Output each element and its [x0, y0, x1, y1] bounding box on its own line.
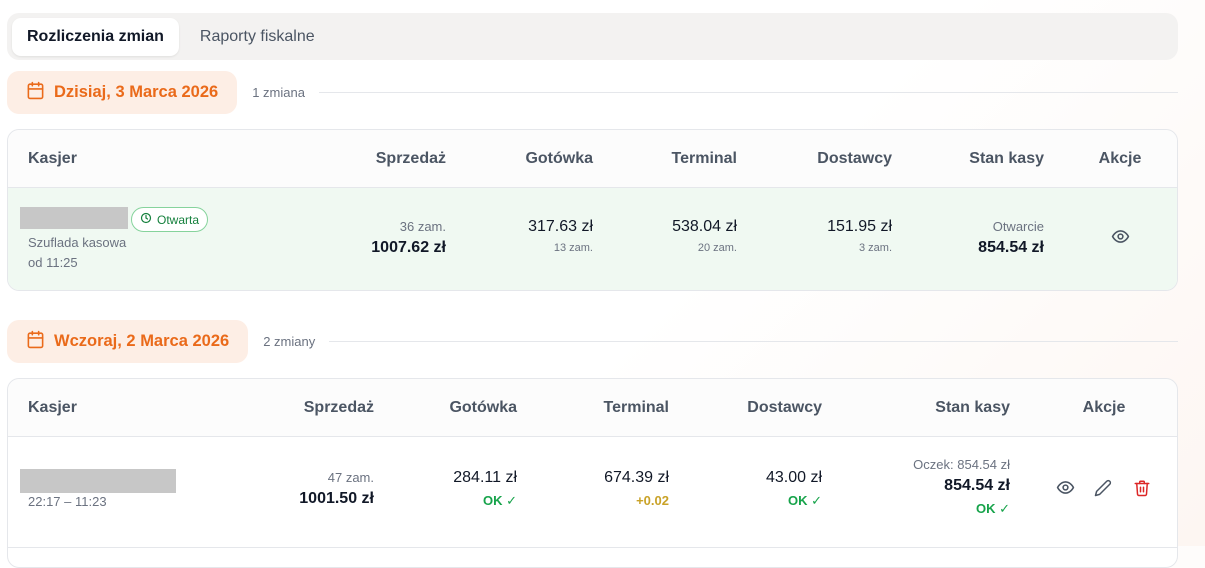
date-pill: Dzisiaj, 3 Marca 2026: [7, 71, 238, 114]
drawer-name: Szuflada kasowa: [28, 235, 127, 250]
shift-time-range: 22:17 – 11:23: [28, 494, 107, 509]
view-button[interactable]: [1054, 479, 1076, 501]
divider: [329, 341, 1178, 342]
terminal-amount: 674.39 zł: [604, 469, 669, 486]
cash-orders: 13 zam.: [553, 242, 593, 254]
cash-cell: 317.63 zł 13 zam.: [458, 218, 593, 254]
suppliers-orders: 3 zam.: [858, 242, 892, 254]
column-header-register: Stan kasy: [969, 150, 1044, 167]
cash-cell: 284.11 zł OK ✓: [388, 469, 517, 509]
shift-count: 2 zmiany: [263, 334, 316, 349]
status-badge-label: Otwarta: [157, 212, 200, 227]
column-header-register: Stan kasy: [935, 399, 1010, 416]
column-header-actions: Akcje: [1098, 150, 1142, 167]
divider: [318, 92, 1178, 93]
register-cell: Otwarcie 854.54 zł: [908, 219, 1044, 257]
tab-shift-settlements[interactable]: Rozliczenia zmian: [12, 18, 179, 56]
column-header-sales: Sprzedaż: [375, 150, 446, 167]
table-row: 22:17 – 11:23 47 zam. 1001.50 zł 284.11 …: [8, 437, 1177, 547]
register-label: Otwarcie: [992, 219, 1044, 234]
table-header: Kasjer Sprzedaż Gotówka Terminal Dostawc…: [8, 130, 1177, 188]
tab-bar: Rozliczenia zmian Raporty fiskalne: [7, 13, 1178, 60]
cash-status: OK ✓: [482, 493, 517, 508]
date-label: Dzisiaj, 3 Marca 2026: [54, 83, 219, 101]
pencil-icon: [1094, 479, 1112, 502]
shift-table: Kasjer Sprzedaż Gotówka Terminal Dostawc…: [7, 378, 1178, 568]
column-header-suppliers: Dostawcy: [747, 399, 822, 416]
register-status: OK ✓: [975, 501, 1010, 516]
eye-icon: [1056, 478, 1075, 502]
cashier-name-redacted: [20, 469, 176, 493]
shift-count: 1 zmiana: [252, 85, 305, 100]
column-header-actions: Akcje: [1082, 399, 1126, 416]
terminal-cell: 538.04 zł 20 zam.: [608, 218, 737, 254]
tab-fiscal-reports[interactable]: Raporty fiskalne: [185, 18, 330, 56]
date-label: Wczoraj, 2 Marca 2026: [54, 332, 230, 350]
cashier-name-redacted: [20, 207, 128, 229]
sales-orders: 36 zam.: [399, 219, 446, 234]
column-header-terminal: Terminal: [603, 399, 670, 416]
calendar-icon: [26, 330, 45, 354]
eye-icon: [1111, 227, 1130, 251]
clock-icon: [140, 212, 152, 227]
suppliers-cell: 43.00 zł OK ✓: [688, 469, 822, 509]
trash-icon: [1133, 479, 1151, 502]
table-header: Kasjer Sprzedaż Gotówka Terminal Dostawc…: [8, 379, 1177, 437]
sales-cell: 36 zam. 1007.62 zł: [308, 219, 446, 257]
suppliers-amount: 43.00 zł: [765, 469, 822, 486]
column-header-cash: Gotówka: [525, 150, 593, 167]
register-expected: Oczek: 854.54 zł: [913, 457, 1010, 472]
register-value: 854.54 zł: [978, 239, 1044, 256]
column-header-cashier: Kasjer: [28, 150, 77, 167]
terminal-difference: +0.02: [636, 493, 669, 508]
terminal-orders: 20 zam.: [697, 242, 737, 254]
status-badge: Otwarta: [131, 207, 209, 232]
sales-orders: 47 zam.: [327, 470, 374, 485]
delete-button[interactable]: [1131, 479, 1153, 501]
register-value: 854.54 zł: [944, 477, 1010, 494]
shift-table: Kasjer Sprzedaż Gotówka Terminal Dostawc…: [7, 129, 1178, 291]
column-header-terminal: Terminal: [671, 150, 738, 167]
sales-cell: 47 zam. 1001.50 zł: [238, 470, 374, 508]
cash-amount: 284.11 zł: [453, 469, 517, 486]
suppliers-status: OK ✓: [787, 493, 822, 508]
register-cell: Oczek: 854.54 zł 854.54 zł OK ✓: [868, 457, 1010, 517]
column-header-sales: Sprzedaż: [303, 399, 374, 416]
suppliers-cell: 151.95 zł 3 zam.: [748, 218, 892, 254]
column-header-suppliers: Dostawcy: [817, 150, 892, 167]
edit-button[interactable]: [1092, 479, 1114, 501]
calendar-icon: [26, 81, 45, 105]
sales-total: 1007.62 zł: [371, 239, 446, 256]
column-header-cash: Gotówka: [449, 399, 517, 416]
terminal-cell: 674.39 zł +0.02: [533, 469, 669, 508]
date-group-header: Dzisiaj, 3 Marca 2026 1 zmiana: [7, 71, 1178, 114]
sales-total: 1001.50 zł: [299, 490, 374, 507]
terminal-amount: 538.04 zł: [672, 218, 737, 235]
row-divider: [8, 547, 1177, 548]
column-header-cashier: Kasjer: [28, 399, 77, 416]
view-button[interactable]: [1109, 228, 1131, 250]
shift-start: od 11:25: [28, 255, 78, 270]
suppliers-amount: 151.95 zł: [827, 218, 892, 235]
table-row: Otwarta Szuflada kasowa od 11:25 36 zam.…: [8, 188, 1177, 290]
cash-amount: 317.63 zł: [528, 218, 593, 235]
date-group-header: Wczoraj, 2 Marca 2026 2 zmiany: [7, 320, 1178, 363]
date-pill: Wczoraj, 2 Marca 2026: [7, 320, 249, 363]
